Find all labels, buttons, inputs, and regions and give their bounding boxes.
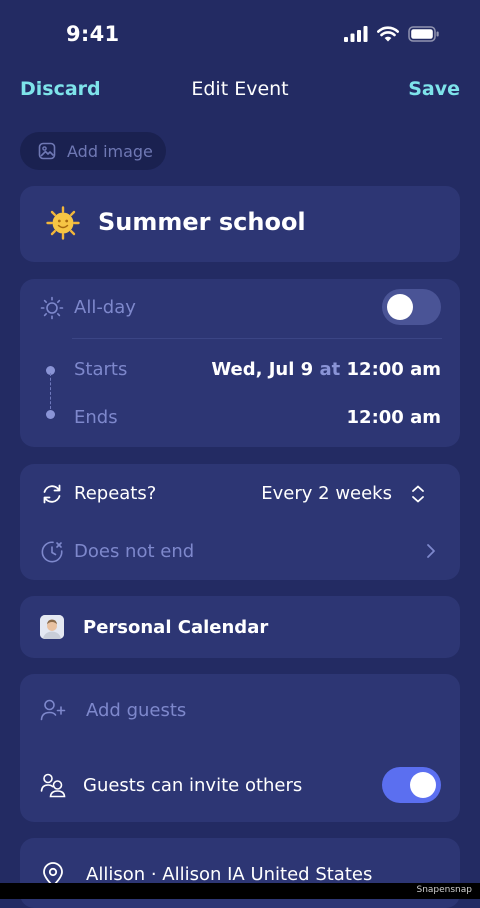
connector-line (50, 373, 51, 409)
status-bar: 9:41 (0, 0, 480, 70)
repeats-value[interactable]: Every 2 weeks (261, 483, 392, 504)
save-button[interactable]: Save (408, 78, 460, 100)
repeat-card: Repeats? Every 2 weeks Does not end (20, 464, 460, 580)
event-title-card[interactable]: Summer school (20, 186, 460, 262)
status-time: 9:41 (66, 22, 120, 46)
starts-time[interactable]: 12:00 am (347, 359, 441, 380)
people-icon (40, 773, 66, 798)
clock-end-icon (41, 541, 63, 563)
nav-bar: Edit Event Discard Save (0, 78, 480, 110)
cellular-signal-icon (344, 26, 368, 42)
guests-card: Add guests Guests can invite others (20, 674, 460, 822)
add-person-icon (40, 699, 66, 721)
time-card: All-day Starts Wed, Jul 9 at 12:00 am En… (20, 279, 460, 447)
starts-label: Starts (74, 359, 128, 380)
all-day-label: All-day (74, 297, 136, 318)
footer-bar: Snapensnap (0, 883, 480, 899)
add-image-button[interactable]: Add image (20, 132, 166, 170)
image-icon (38, 142, 56, 160)
all-day-toggle[interactable] (382, 289, 441, 325)
calendar-name: Personal Calendar (83, 617, 269, 638)
guests-invite-label: Guests can invite others (83, 775, 303, 796)
at-label: at (319, 359, 341, 380)
end-dot (46, 410, 55, 419)
ends-label: Ends (74, 407, 118, 428)
starts-value[interactable]: Wed, Jul 9 at 12:00 am (211, 359, 441, 380)
chevron-right-icon[interactable] (426, 543, 436, 559)
chevron-updown-icon[interactable] (411, 484, 425, 504)
divider (72, 338, 442, 339)
location-text: Allison · Allison IA United States (86, 864, 373, 885)
sun-icon (40, 296, 64, 320)
add-image-label: Add image (67, 141, 153, 161)
discard-button[interactable]: Discard (20, 78, 101, 100)
guests-invite-toggle[interactable] (382, 767, 441, 803)
add-guests-label[interactable]: Add guests (86, 700, 186, 721)
does-not-end-label[interactable]: Does not end (74, 541, 194, 562)
repeat-icon (43, 484, 61, 504)
calendar-card[interactable]: Personal Calendar (20, 596, 460, 658)
brand-label: Snapensnap (416, 885, 472, 895)
status-icons (344, 26, 440, 42)
battery-icon (408, 26, 439, 42)
wifi-icon (377, 26, 399, 42)
starts-date[interactable]: Wed, Jul 9 (211, 359, 313, 380)
avatar (40, 615, 64, 639)
sun-face-icon (46, 206, 80, 240)
event-title[interactable]: Summer school (98, 208, 306, 236)
ends-time[interactable]: 12:00 am (347, 407, 441, 428)
repeats-label: Repeats? (74, 483, 157, 504)
person-avatar-icon (40, 615, 64, 639)
